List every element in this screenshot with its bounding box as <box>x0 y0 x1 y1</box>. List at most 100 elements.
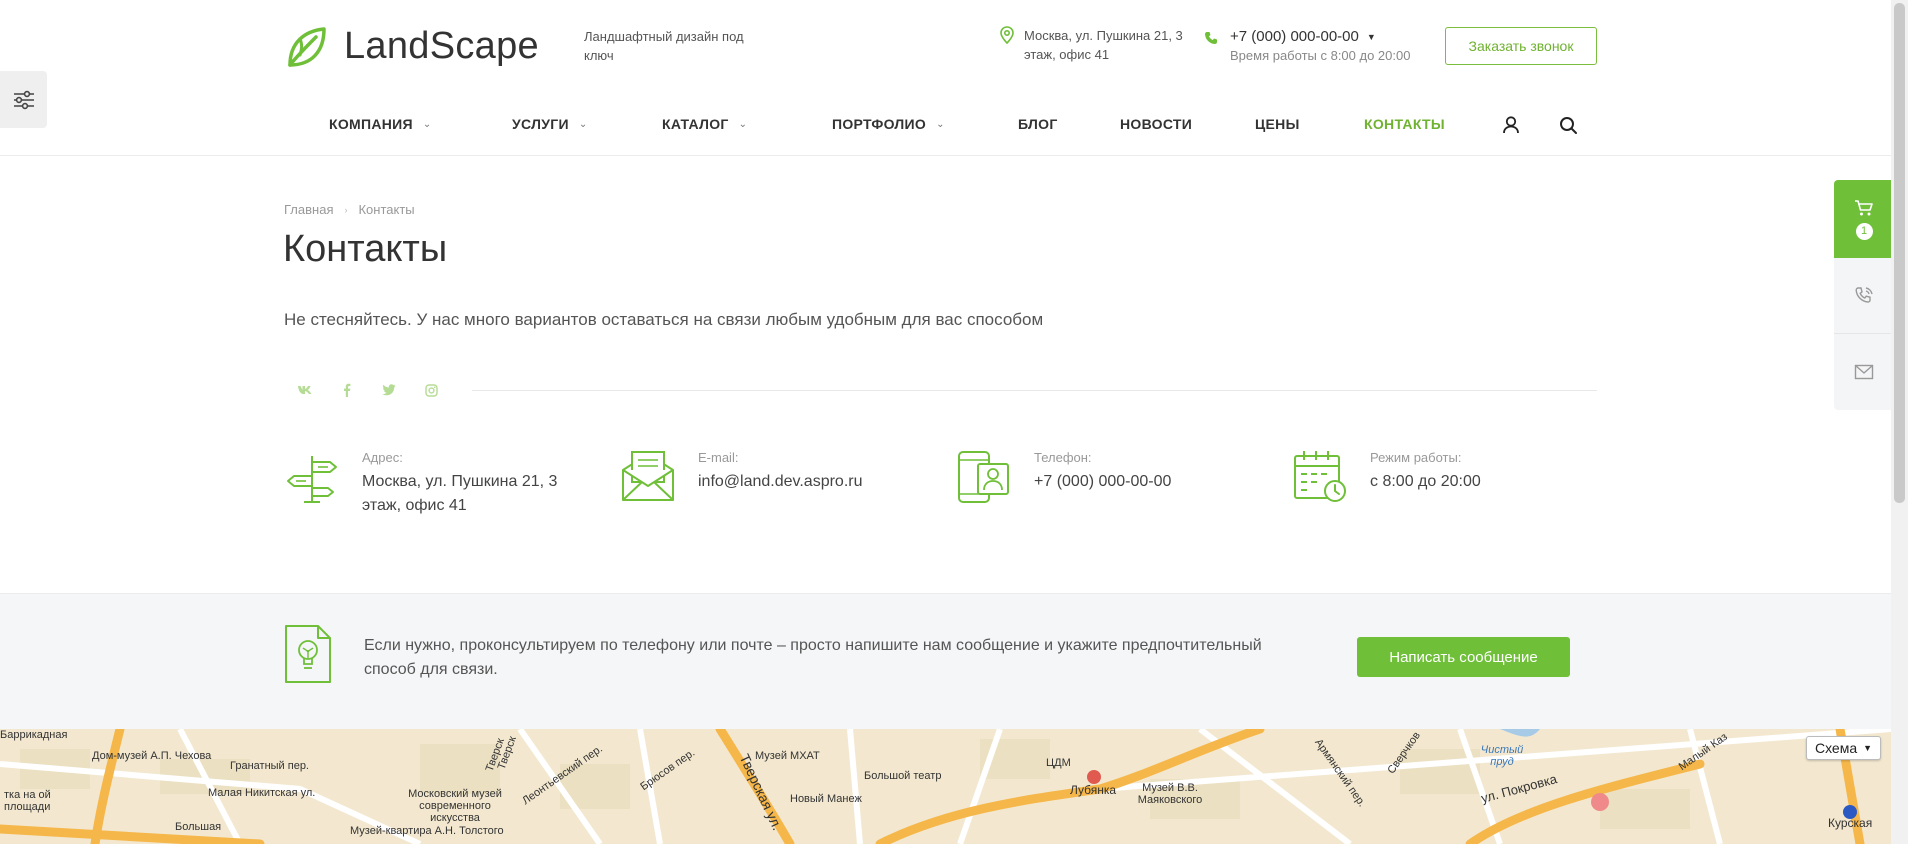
contact-address: Адрес: Москва, ул. Пушкина 21, 3 этаж, о… <box>284 448 564 518</box>
phone-icon <box>1205 32 1217 44</box>
phone-call-icon <box>1855 286 1873 303</box>
chevron-down-icon: ⌄ <box>578 118 588 130</box>
site-header: LandScape Ландшафтный дизайн под ключ Мо… <box>0 0 1908 156</box>
map-label: Чистый пруд <box>1480 744 1524 768</box>
map-label: Музей МХАТ <box>755 750 820 762</box>
leaf-logo-icon <box>288 26 326 67</box>
header-address-text: Москва, ул. Пушкина 21, 3 этаж, офис 41 <box>1024 28 1183 62</box>
map-label: Малая Никитская ул. <box>208 787 316 799</box>
nav-item-catalog[interactable]: КАТАЛОГ ⌄ <box>662 116 747 132</box>
nav-item-label: ПОРТФОЛИО <box>832 116 927 132</box>
header-phone-block: +7 (000) 000-00-00 ▼ Время работы с 8:00… <box>1204 28 1410 63</box>
contact-hours: Режим работы: с 8:00 до 20:00 <box>1292 448 1572 504</box>
map-label: Большая <box>175 821 222 833</box>
map-label: Курская <box>1828 816 1873 830</box>
chevron-right-icon: › <box>344 204 348 215</box>
divider <box>472 389 1597 391</box>
header-address: Москва, ул. Пушкина 21, 3 этаж, офис 41 <box>1000 26 1194 64</box>
contact-email-link[interactable]: info@land.dev.aspro.ru <box>698 470 862 494</box>
breadcrumb-home-link[interactable]: Главная <box>284 202 333 217</box>
mail-icon <box>1854 364 1874 380</box>
phone-contact-icon <box>958 451 1009 503</box>
map-layer-label: Схема <box>1814 740 1858 756</box>
map-label: Новый Манеж <box>790 793 862 805</box>
header-phone[interactable]: +7 (000) 000-00-00 ▼ <box>1230 28 1410 45</box>
twitter-icon[interactable] <box>368 380 410 400</box>
nav-item-label: КОМПАНИЯ <box>329 116 413 132</box>
chevron-down-icon: ⌄ <box>738 118 748 130</box>
map[interactable]: Баррикадная Дом-музей А.П. Чехова Гранат… <box>0 729 1891 844</box>
map-label: Музей-квартира А.Н. Толстого <box>350 825 504 837</box>
consult-message: Если нужно, проконсультируем по телефону… <box>364 637 1262 678</box>
sliders-icon <box>13 90 34 109</box>
cart-button[interactable]: 1 <box>1834 180 1894 258</box>
page-title: Контакты <box>283 228 448 270</box>
signpost-icon <box>287 456 337 503</box>
nav-item-label: КАТАЛОГ <box>662 116 729 132</box>
logo[interactable]: LandScape <box>284 24 539 69</box>
contact-phone: Телефон: +7 (000) 000-00-00 <box>956 448 1236 504</box>
caret-down-icon[interactable]: ▼ <box>1367 32 1376 42</box>
page-scrollbar[interactable] <box>1891 0 1908 844</box>
nav-item-label: УСЛУГИ <box>512 116 569 132</box>
contact-label: Режим работы: <box>1370 450 1462 465</box>
caret-down-icon: ▼ <box>1863 743 1873 753</box>
main-nav: КОМПАНИЯ ⌄ УСЛУГИ ⌄ КАТАЛОГ ⌄ ПОРТФОЛИО ⌄ БЛ… <box>284 110 1597 140</box>
map-label: Дом-музей А.П. Чехова <box>92 750 212 762</box>
contact-label: Телефон: <box>1034 450 1092 465</box>
contact-value: с 8:00 до 20:00 <box>1370 473 1481 490</box>
cart-count-badge: 1 <box>1855 222 1873 240</box>
breadcrumb: Главная › Контакты <box>284 202 415 217</box>
nav-item-label: КОНТАКТЫ <box>1364 116 1445 132</box>
instagram-icon[interactable] <box>410 380 452 400</box>
search-icon[interactable] <box>1557 114 1579 136</box>
map-pin-icon <box>1000 26 1014 44</box>
envelope-icon <box>622 451 674 501</box>
page-lead: Не стесняйтесь. У нас много вариантов ос… <box>284 310 1044 329</box>
nav-item-label: НОВОСТИ <box>1120 116 1193 132</box>
contact-value: Москва, ул. Пушкина 21, 3 этаж, офис 41 <box>362 473 558 514</box>
map-label: Лубянка <box>1070 783 1117 797</box>
header-phone-number[interactable]: +7 (000) 000-00-00 <box>1230 28 1359 45</box>
contact-label: E-mail: <box>698 450 739 465</box>
chevron-down-icon: ⌄ <box>936 118 945 130</box>
nav-item-blog[interactable]: БЛОГ <box>1018 116 1058 132</box>
contact-label: Адрес: <box>362 450 403 465</box>
map-label: Баррикадная <box>0 729 68 741</box>
map-label: Музей В.В. Маяковского <box>1137 782 1203 806</box>
nav-item-prices[interactable]: ЦЕНЫ <box>1255 116 1300 132</box>
vk-icon[interactable] <box>284 380 326 400</box>
consult-band: Если нужно, проконсультируем по телефону… <box>0 593 1891 729</box>
social-links <box>284 380 1597 400</box>
scrollbar-thumb[interactable] <box>1894 3 1905 503</box>
write-message-button[interactable]: Написать сообщение <box>1357 637 1570 677</box>
map-label: Большой театр <box>864 770 942 782</box>
nav-item-company[interactable]: КОМПАНИЯ ⌄ <box>329 116 432 132</box>
tagline: Ландшафтный дизайн под ключ <box>584 29 744 63</box>
nav-item-label: БЛОГ <box>1018 116 1058 132</box>
side-message-button[interactable] <box>1834 334 1894 410</box>
nav-item-services[interactable]: УСЛУГИ ⌄ <box>512 116 588 132</box>
breadcrumb-current: Контакты <box>358 202 415 217</box>
theme-settings-tab[interactable] <box>0 71 47 128</box>
logo-text: LandScape <box>344 25 539 67</box>
nav-item-portfolio[interactable]: ПОРТФОЛИО ⌄ <box>832 116 945 132</box>
lightbulb-document-icon <box>285 625 331 683</box>
map-label: тка на ой площади <box>4 789 51 813</box>
nav-item-news[interactable]: НОВОСТИ <box>1120 116 1192 132</box>
map-layer-select[interactable]: Схема ▼ <box>1806 736 1881 760</box>
contact-email: E-mail: info@land.dev.aspro.ru <box>620 448 900 504</box>
map-label: Московский музей современного искусства <box>408 788 502 824</box>
contact-phone-link[interactable]: +7 (000) 000-00-00 <box>1034 470 1171 494</box>
facebook-icon[interactable] <box>326 380 368 400</box>
nav-item-contacts[interactable]: КОНТАКТЫ <box>1364 116 1445 132</box>
map-label: Гранатный пер. <box>230 760 309 772</box>
callback-button[interactable]: Заказать звонок <box>1445 27 1597 65</box>
side-panel: 1 <box>1834 180 1894 410</box>
nav-item-label: ЦЕНЫ <box>1255 116 1300 132</box>
side-callback-button[interactable] <box>1834 258 1894 334</box>
header-hours: Время работы с 8:00 до 20:00 <box>1230 48 1411 63</box>
chevron-down-icon: ⌄ <box>422 118 432 130</box>
user-icon[interactable] <box>1500 114 1522 136</box>
map-label: ЦДМ <box>1046 757 1071 769</box>
